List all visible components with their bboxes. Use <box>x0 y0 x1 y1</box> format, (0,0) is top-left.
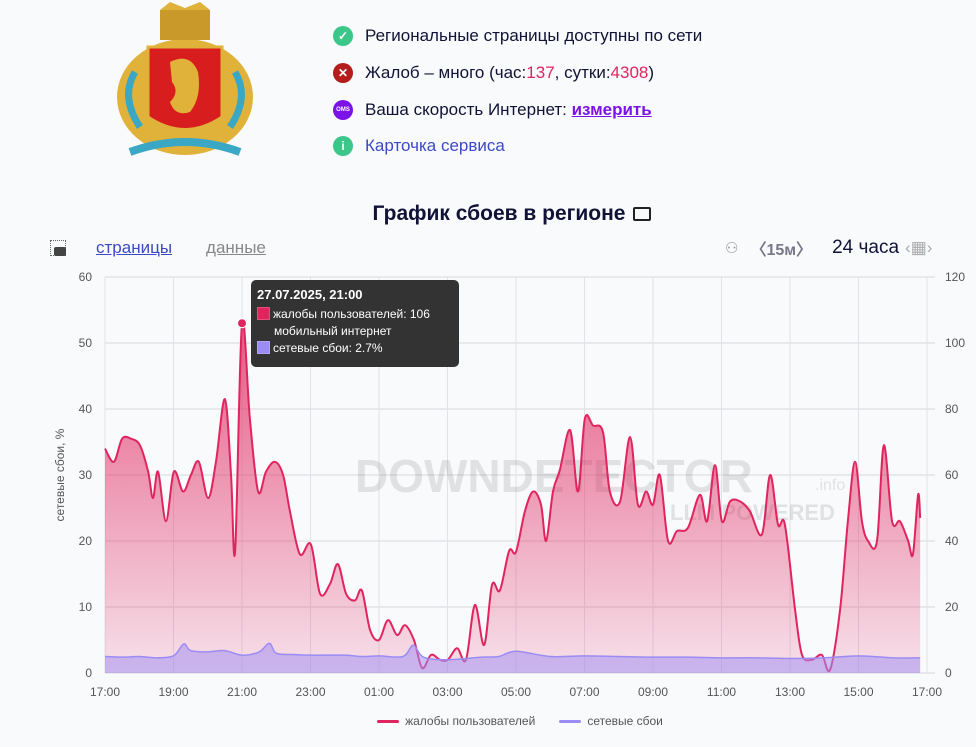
legend-complaints-label: жалобы пользователей <box>405 714 536 728</box>
x-tick-label: 09:00 <box>638 685 668 699</box>
x-tick-label: 21:00 <box>227 685 257 699</box>
y2-tick-label: 100 <box>945 336 965 350</box>
x-tick-label: 15:00 <box>843 685 873 699</box>
y-tick-label: 50 <box>79 336 93 350</box>
x-tick-label: 07:00 <box>569 685 599 699</box>
x-tick-label: 03:00 <box>432 685 462 699</box>
y2-tick-label: 60 <box>945 468 959 482</box>
tooltip-date: 27.07.2025, 21:00 <box>257 287 363 302</box>
y-tick-label: 30 <box>79 468 93 482</box>
watermark-suffix: .info <box>815 477 845 494</box>
chart-legend: жалобы пользователей сетевые сбои <box>0 714 976 728</box>
failures-swatch <box>257 341 270 354</box>
tooltip-complaints-sub: мобильный интернет <box>274 324 392 338</box>
y2-tick-label: 0 <box>945 666 952 680</box>
complaints-swatch <box>257 307 270 320</box>
legend-failures-label: сетевые сбои <box>587 714 663 728</box>
x-tick-label: 01:00 <box>364 685 394 699</box>
y-tick-label: 60 <box>79 270 93 284</box>
tooltip-failures: сетевые сбои: 2.7% <box>273 341 383 355</box>
tooltip-complaints: жалобы пользователей: 106 <box>273 307 430 321</box>
y-tick-label: 40 <box>79 402 93 416</box>
legend-failures[interactable]: сетевые сбои <box>559 714 663 728</box>
y-tick-label: 0 <box>85 666 92 680</box>
x-tick-label: 17:00 <box>912 685 942 699</box>
legend-complaints[interactable]: жалобы пользователей <box>377 714 535 728</box>
y-tick-label: 20 <box>79 534 93 548</box>
hover-point <box>237 318 247 329</box>
x-tick-label: 11:00 <box>707 685 736 699</box>
y2-tick-label: 20 <box>945 600 959 614</box>
y2-tick-label: 80 <box>945 402 959 416</box>
chart-tooltip: 27.07.2025, 21:00 жалобы пользователей: … <box>251 280 459 367</box>
x-tick-label: 17:00 <box>90 685 120 699</box>
y2-tick-label: 120 <box>945 270 965 284</box>
y-axis-label: сетевые сбои, % <box>53 428 67 521</box>
y2-tick-label: 40 <box>945 534 959 548</box>
x-tick-label: 05:00 <box>501 685 531 699</box>
x-tick-label: 19:00 <box>158 685 188 699</box>
outage-chart: DOWNDETECTOR .info LLM POWERED 0 010 2020 4… <box>53 270 965 699</box>
x-tick-label: 13:00 <box>775 685 805 699</box>
y-tick-label: 10 <box>79 600 93 614</box>
x-tick-label: 23:00 <box>295 685 325 699</box>
